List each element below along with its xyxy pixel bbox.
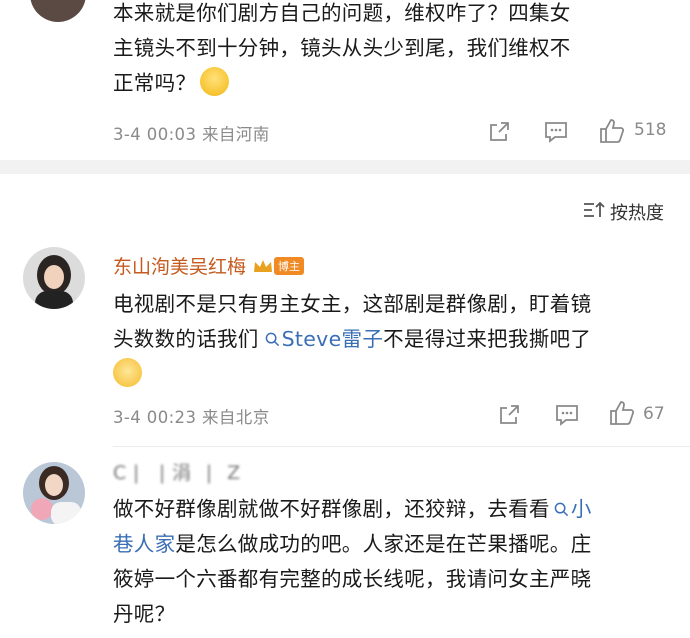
avatar[interactable]: [30, 0, 86, 22]
avatar[interactable]: [23, 462, 85, 524]
share-icon[interactable]: [487, 120, 511, 144]
like-count: 518: [634, 120, 667, 140]
comment-line: 头数数的话我们 Steve雷子不是得过来把我撕吧了: [113, 327, 592, 351]
comment-icon[interactable]: [554, 403, 580, 427]
like-icon[interactable]: [598, 118, 626, 144]
section-separator: [0, 160, 690, 174]
avatar[interactable]: [23, 247, 85, 309]
crown-icon: [254, 259, 273, 272]
like-count: 67: [643, 404, 665, 424]
pleading-emoji-icon: [113, 358, 142, 387]
divider: [113, 446, 690, 447]
comment-text: 电视剧不是只有男主女主，这部剧是群像剧，盯着镜 头数数的话我们 Steve雷子不是…: [113, 287, 683, 392]
sort-label[interactable]: 按热度: [610, 199, 664, 225]
comment-icon[interactable]: [543, 120, 569, 144]
mention-link[interactable]: 小: [550, 497, 592, 521]
comment-line: 主镜头不到十分钟，镜头从头少到尾，我们维权不: [113, 36, 571, 60]
comment-line: 巷人家是怎么做成功的吧。人家还是在芒果播呢。庄: [113, 532, 592, 556]
comment-meta: 3-4 00:03 来自河南: [113, 125, 270, 144]
blogger-badge: 博主: [274, 256, 305, 275]
comment-line: 本来就是你们剧方自己的问题，维权咋了？四集女: [113, 1, 571, 25]
comment-line: 筱婷一个六番都有完整的成长线呢，我请问女主严晓: [113, 567, 592, 591]
mention-link[interactable]: Steve雷子: [259, 327, 384, 351]
comment-line: 丹呢？: [113, 602, 176, 626]
mention-link[interactable]: 巷人家: [113, 532, 175, 556]
comment-text: 本来就是你们剧方自己的问题，维权咋了？四集女 主镜头不到十分钟，镜头从头少到尾，…: [113, 0, 683, 101]
comment-line: [113, 357, 683, 392]
username[interactable]: C❘ ❘涓 ❘ Z: [113, 458, 242, 485]
like-icon[interactable]: [608, 400, 636, 426]
smile-emoji-icon: [200, 67, 230, 96]
share-icon[interactable]: [497, 403, 521, 427]
comment-text: 做不好群像剧就做不好群像剧，还狡辩，去看看小 巷人家是怎么做成功的吧。人家还是在…: [113, 492, 688, 632]
comment-meta: 3-4 00:23 来自北京: [113, 408, 270, 427]
username[interactable]: 东山洵美吴红梅: [113, 252, 246, 279]
sort-icon[interactable]: [582, 200, 606, 220]
comment-line: 做不好群像剧就做不好群像剧，还狡辩，去看看小: [113, 497, 592, 521]
username-row: 东山洵美吴红梅 博主: [113, 252, 305, 279]
search-icon: [554, 502, 568, 517]
comment-line: 电视剧不是只有男主女主，这部剧是群像剧，盯着镜: [113, 292, 592, 316]
comment-line: 正常吗？: [113, 66, 683, 101]
search-icon: [265, 332, 279, 347]
